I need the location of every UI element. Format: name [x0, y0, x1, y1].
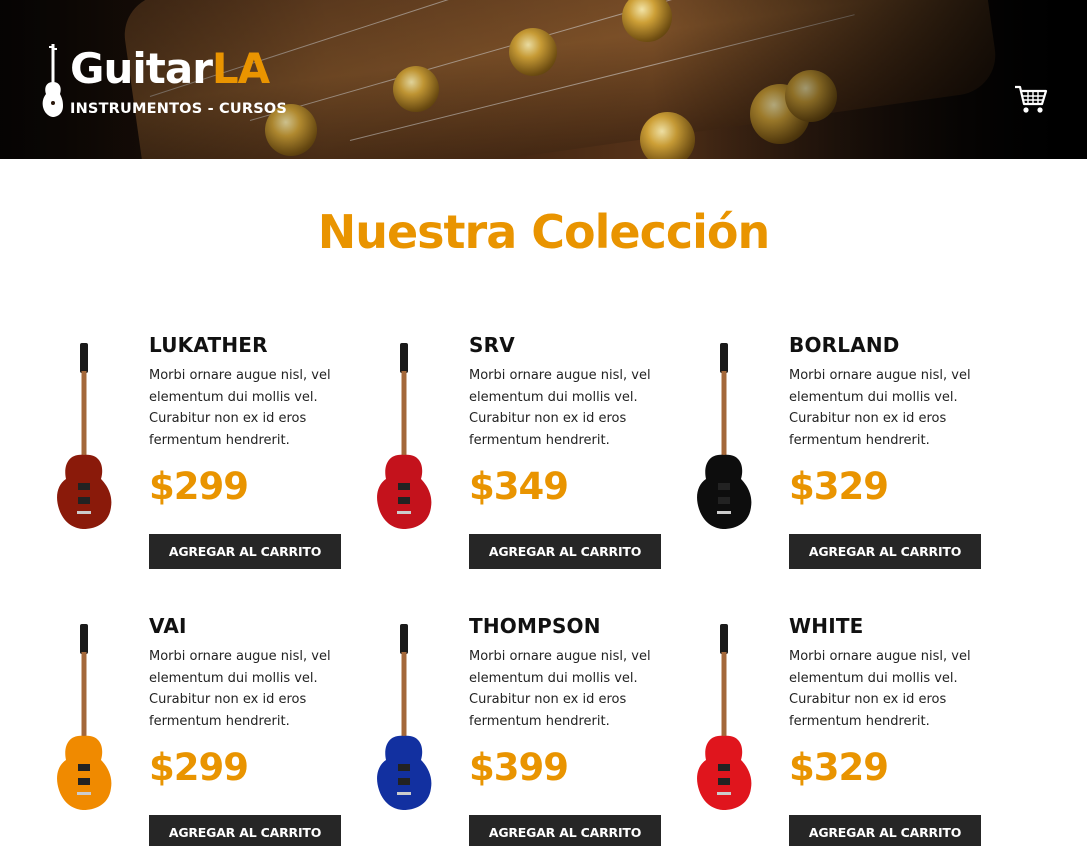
site-header: GuitarLA INSTRUMENTOS - CURSOS — [0, 0, 1087, 159]
guitar-image — [697, 343, 752, 529]
brand-main: Guitar — [70, 44, 213, 93]
product-price: $299 — [149, 465, 249, 508]
product-description: Morbi ornare augue nisl, vel elementum d… — [469, 368, 651, 448]
site-logo[interactable]: GuitarLA INSTRUMENTOS - CURSOS — [40, 44, 290, 120]
brand-accent: LA — [211, 44, 270, 93]
product-description: Morbi ornare augue nisl, vel elementum d… — [149, 649, 331, 729]
product-price: $329 — [789, 465, 889, 508]
product-description: Morbi ornare augue nisl, vel elementum d… — [789, 368, 971, 448]
product-card: SRV Morbi ornare augue nisl, vel element… — [369, 333, 679, 575]
product-name: LUKATHER — [149, 333, 268, 357]
product-name: VAI — [149, 614, 187, 638]
product-price: $399 — [469, 746, 569, 789]
add-to-cart-button[interactable]: AGREGAR AL CARRITO — [789, 815, 981, 846]
product-price: $299 — [149, 746, 249, 789]
guitar-logo-icon — [42, 44, 63, 117]
product-description: Morbi ornare augue nisl, vel elementum d… — [789, 649, 971, 729]
add-to-cart-button[interactable]: AGREGAR AL CARRITO — [149, 534, 341, 569]
guitar-image — [697, 624, 752, 810]
add-to-cart-button[interactable]: AGREGAR AL CARRITO — [789, 534, 981, 569]
product-name: SRV — [469, 333, 515, 357]
guitar-image — [57, 343, 112, 529]
add-to-cart-button[interactable]: AGREGAR AL CARRITO — [149, 815, 341, 846]
product-name: BORLAND — [789, 333, 900, 357]
add-to-cart-button[interactable]: AGREGAR AL CARRITO — [469, 815, 661, 846]
guitar-image — [377, 624, 432, 810]
product-description: Morbi ornare augue nisl, vel elementum d… — [149, 368, 331, 448]
brand-name: GuitarLA — [70, 48, 270, 90]
product-price: $329 — [789, 746, 889, 789]
product-card: BORLAND Morbi ornare augue nisl, vel ele… — [689, 333, 999, 575]
guitar-image — [57, 624, 112, 810]
guitar-image — [377, 343, 432, 529]
product-price: $349 — [469, 465, 569, 508]
add-to-cart-button[interactable]: AGREGAR AL CARRITO — [469, 534, 661, 569]
shopping-cart-icon[interactable] — [1014, 84, 1048, 114]
product-card: WHITE Morbi ornare augue nisl, vel eleme… — [689, 614, 999, 846]
product-card: THOMPSON Morbi ornare augue nisl, vel el… — [369, 614, 679, 846]
product-name: WHITE — [789, 614, 864, 638]
product-card: VAI Morbi ornare augue nisl, vel element… — [49, 614, 359, 846]
product-description: Morbi ornare augue nisl, vel elementum d… — [469, 649, 651, 729]
product-card: LUKATHER Morbi ornare augue nisl, vel el… — [49, 333, 359, 575]
product-name: THOMPSON — [469, 614, 601, 638]
brand-tagline: INSTRUMENTOS - CURSOS — [70, 101, 288, 117]
collection-title: Nuestra Colección — [317, 205, 771, 259]
